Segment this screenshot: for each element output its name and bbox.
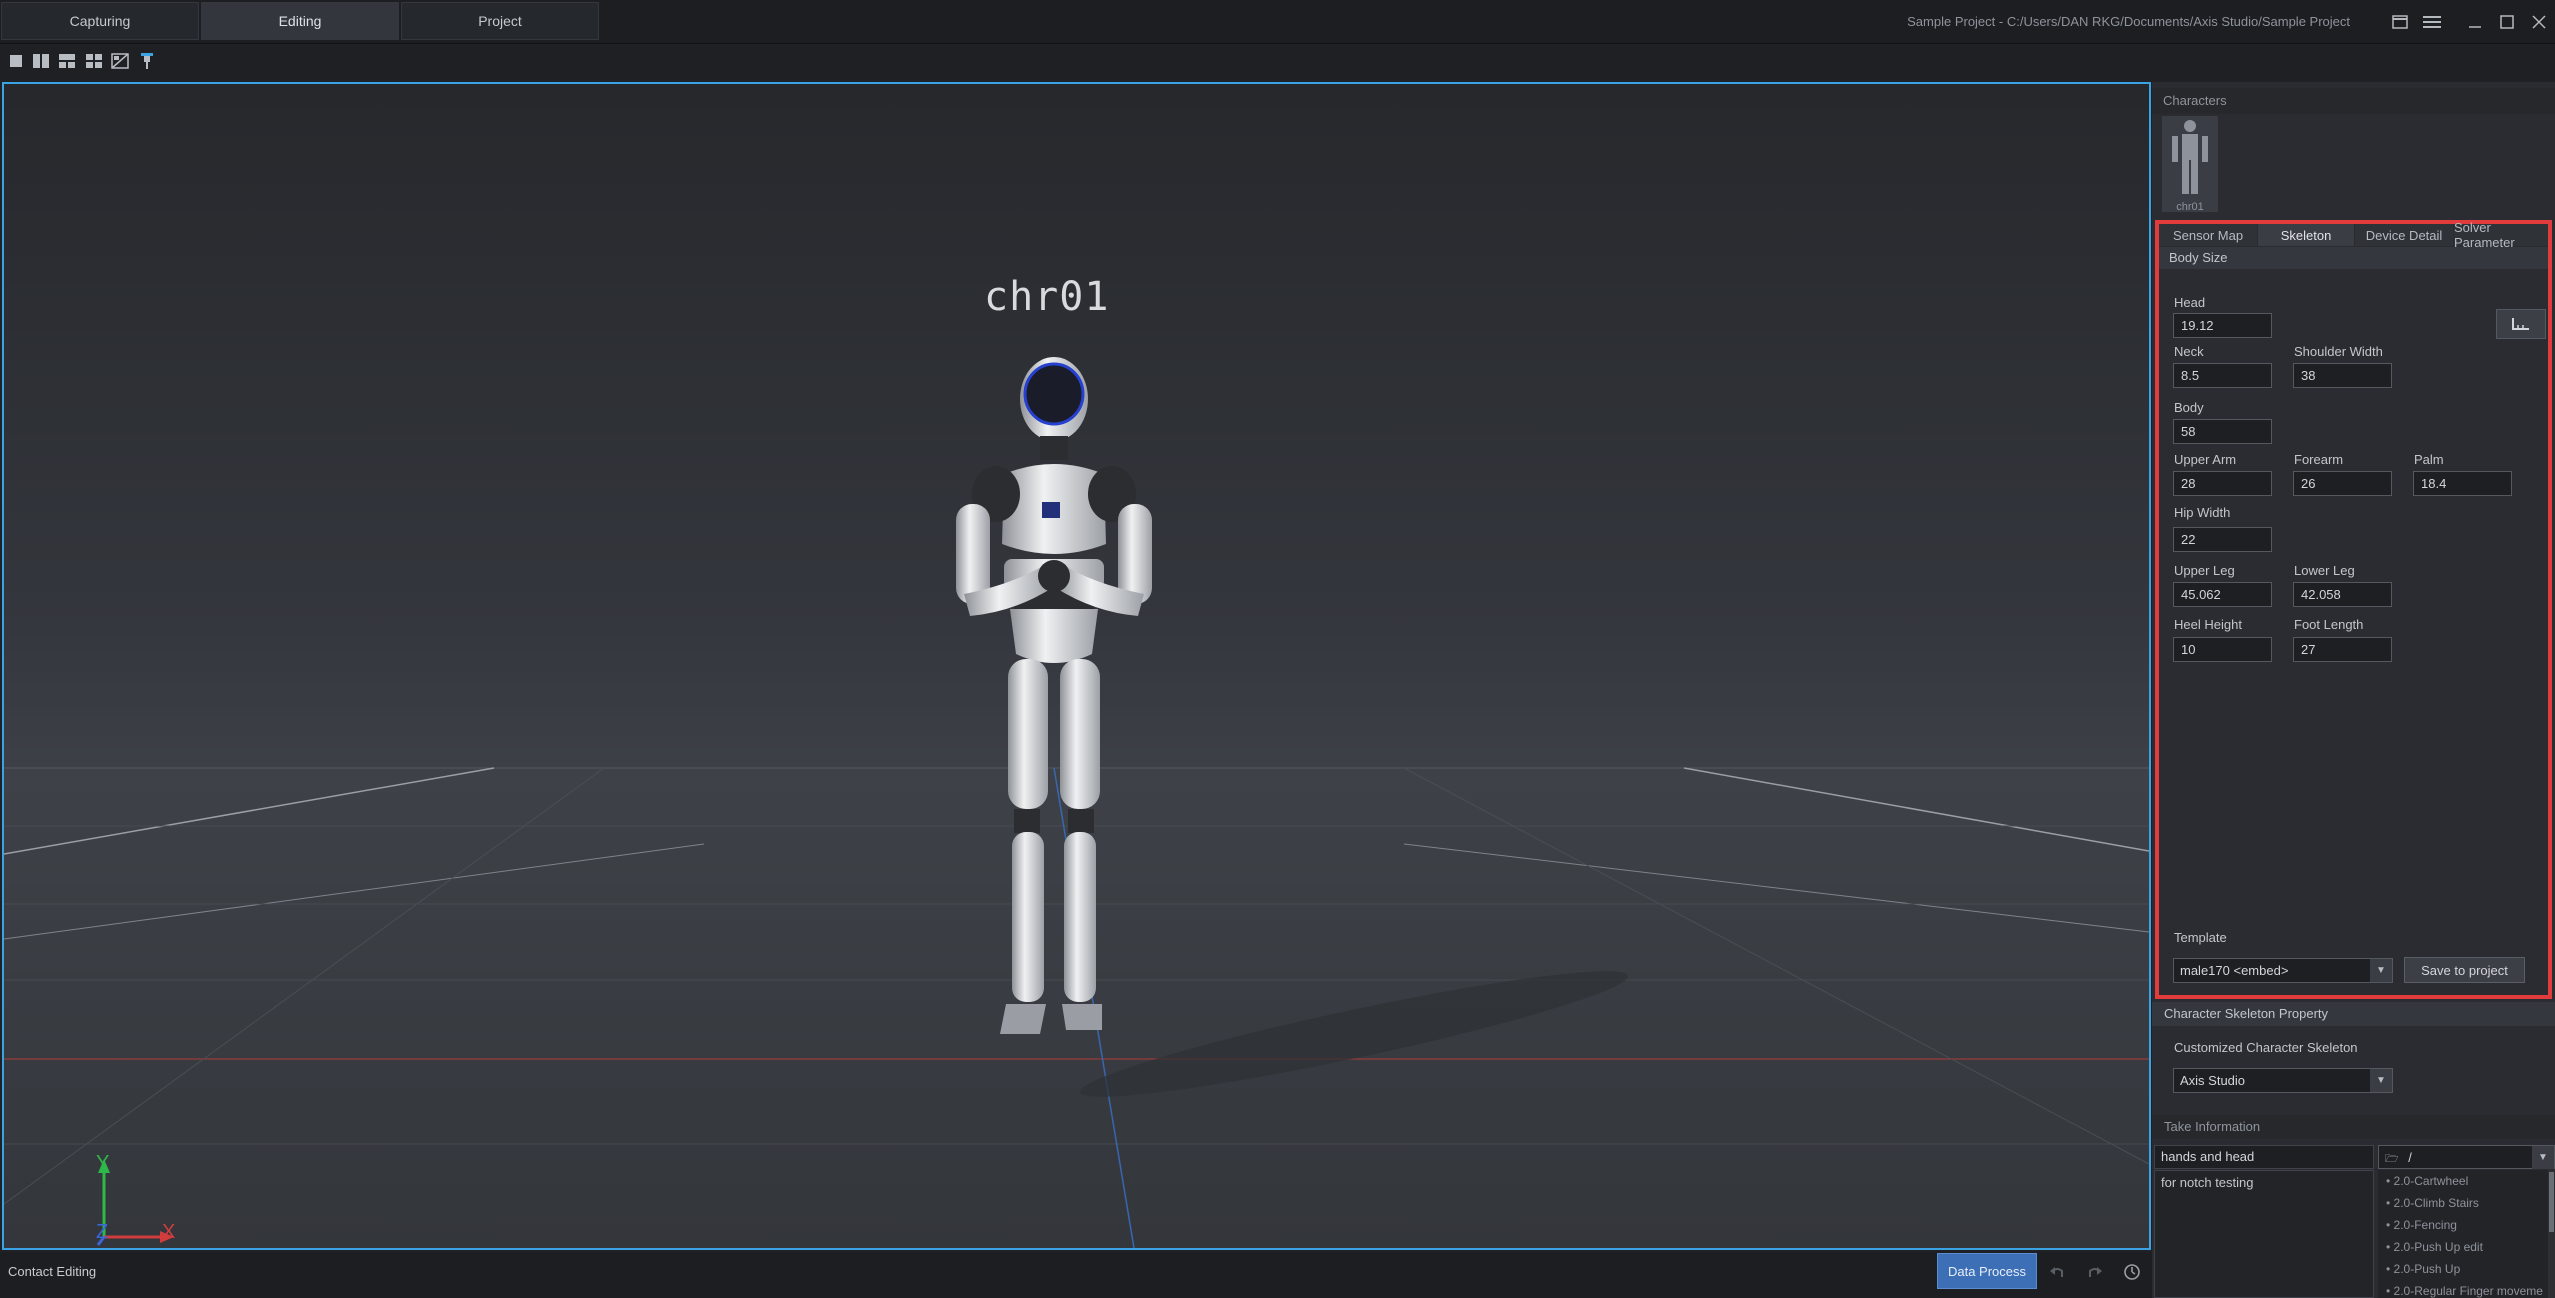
heel-height-input[interactable]: 10: [2173, 637, 2272, 662]
upper-leg-input[interactable]: 45.062: [2173, 582, 2272, 607]
pin-icon[interactable]: [137, 51, 157, 71]
template-label: Template: [2174, 930, 2227, 945]
menu-icon[interactable]: [2420, 10, 2444, 34]
ruler-icon: [2512, 318, 2529, 330]
palm-input[interactable]: 18.4: [2413, 471, 2512, 496]
tab-project[interactable]: Project: [401, 2, 599, 40]
take-information-header: Take Information: [2152, 1115, 2555, 1139]
view-toolbar: [0, 45, 2555, 79]
data-process-button[interactable]: Data Process: [1937, 1253, 2037, 1289]
forearm-input[interactable]: 26: [2293, 471, 2392, 496]
palm-label: Palm: [2414, 452, 2444, 467]
customized-skeleton-label: Customized Character Skeleton: [2174, 1040, 2358, 1055]
mode-label: Contact Editing: [8, 1264, 97, 1279]
tab-sensor-map[interactable]: Sensor Map: [2159, 224, 2257, 246]
close-icon[interactable]: [2527, 10, 2551, 34]
custom-layout-icon[interactable]: [110, 51, 130, 71]
four-view-icon[interactable]: [84, 51, 104, 71]
characters-header: Characters: [2152, 88, 2555, 114]
customized-skeleton-value: Axis Studio: [2180, 1073, 2246, 1088]
list-item[interactable]: • 2.0-Cartwheel: [2378, 1170, 2548, 1192]
body-size-header: Body Size: [2159, 247, 2548, 269]
redo-icon[interactable]: [2080, 1258, 2110, 1286]
tab-device-detail[interactable]: Device Detail: [2355, 224, 2453, 246]
lower-leg-input[interactable]: 42.058: [2293, 582, 2392, 607]
take-list: • 2.0-Cartwheel • 2.0-Climb Stairs • 2.0…: [2378, 1170, 2548, 1298]
window-title: Sample Project - C:/Users/DAN RKG/Docume…: [1907, 14, 2350, 29]
character-skeleton-property-header: Character Skeleton Property: [2152, 1002, 2555, 1026]
list-item[interactable]: • 2.0-Push Up edit: [2378, 1236, 2548, 1258]
x-axis-label: X: [162, 1221, 176, 1243]
hip-width-label: Hip Width: [2174, 505, 2231, 520]
heel-height-label: Heel Height: [2174, 617, 2242, 632]
tab-capturing[interactable]: Capturing: [1, 2, 199, 40]
upper-arm-label: Upper Arm: [2174, 452, 2237, 467]
character-thumbnail[interactable]: [2162, 116, 2218, 212]
maximize-icon[interactable]: [2495, 10, 2519, 34]
forearm-label: Forearm: [2294, 452, 2344, 467]
tab-editing[interactable]: Editing: [201, 2, 399, 40]
template-select[interactable]: male170 <embed> ▼: [2173, 958, 2393, 983]
measure-button[interactable]: [2496, 309, 2546, 339]
tab-skeleton[interactable]: Skeleton: [2258, 224, 2354, 246]
neck-label: Neck: [2174, 344, 2204, 359]
character-model[interactable]: [934, 354, 1174, 1114]
template-select-value: male170 <embed>: [2180, 963, 2289, 978]
body-label: Body: [2174, 400, 2204, 415]
status-bar: [0, 1252, 2152, 1298]
customized-skeleton-select[interactable]: Axis Studio ▼: [2173, 1068, 2393, 1093]
history-icon[interactable]: [2117, 1258, 2147, 1286]
list-item[interactable]: • 2.0-Regular Finger moveme: [2378, 1280, 2548, 1298]
head-label: Head: [2174, 295, 2206, 310]
list-item[interactable]: • 2.0-Fencing: [2378, 1214, 2548, 1236]
folder-icon: 🗁: [2385, 1153, 2399, 1165]
take-list-scrollbar-thumb[interactable]: [2549, 1172, 2554, 1232]
take-name-input[interactable]: hands and head: [2154, 1145, 2374, 1169]
lower-leg-label: Lower Leg: [2294, 563, 2355, 578]
three-view-icon[interactable]: [57, 51, 77, 71]
foot-length-input[interactable]: 27: [2293, 637, 2392, 662]
take-notes-input[interactable]: for notch testing: [2154, 1170, 2374, 1298]
undo-icon[interactable]: [2042, 1258, 2072, 1286]
body-input[interactable]: 58: [2173, 419, 2272, 444]
tab-solver-parameter[interactable]: Solver Parameter: [2454, 220, 2548, 250]
z-axis-label: Z: [96, 1221, 109, 1243]
character-thumbnail-icon: [2172, 120, 2208, 194]
head-input[interactable]: 19.12: [2173, 313, 2272, 338]
list-item[interactable]: • 2.0-Climb Stairs: [2378, 1192, 2548, 1214]
chevron-down-icon: ▼: [2370, 1069, 2392, 1092]
chevron-down-icon: ▼: [2370, 959, 2392, 982]
chevron-down-icon: ▼: [2532, 1146, 2554, 1169]
3d-viewport[interactable]: chr01 Y X Z: [2, 82, 2151, 1250]
foot-length-label: Foot Length: [2294, 617, 2364, 632]
single-view-icon[interactable]: [6, 51, 26, 71]
save-to-project-button[interactable]: Save to project: [2404, 957, 2525, 983]
folder-select[interactable]: 🗁 / ▼: [2378, 1145, 2555, 1169]
neck-input[interactable]: 8.5: [2173, 363, 2272, 388]
folder-select-value: /: [2408, 1150, 2412, 1165]
upper-arm-input[interactable]: 28: [2173, 471, 2272, 496]
character-name-label: chr01: [984, 274, 1110, 320]
minimize-icon[interactable]: [2463, 10, 2487, 34]
shoulder-width-input[interactable]: 38: [2293, 363, 2392, 388]
character-thumbnail-name: chr01: [2176, 201, 2204, 213]
upper-leg-label: Upper Leg: [2174, 563, 2235, 578]
two-view-icon[interactable]: [31, 51, 51, 71]
list-item[interactable]: • 2.0-Push Up: [2378, 1258, 2548, 1280]
y-axis-label: Y: [96, 1152, 110, 1174]
layout-icon[interactable]: [2388, 10, 2412, 34]
shoulder-width-label: Shoulder Width: [2294, 344, 2383, 359]
hip-width-input[interactable]: 22: [2173, 527, 2272, 552]
